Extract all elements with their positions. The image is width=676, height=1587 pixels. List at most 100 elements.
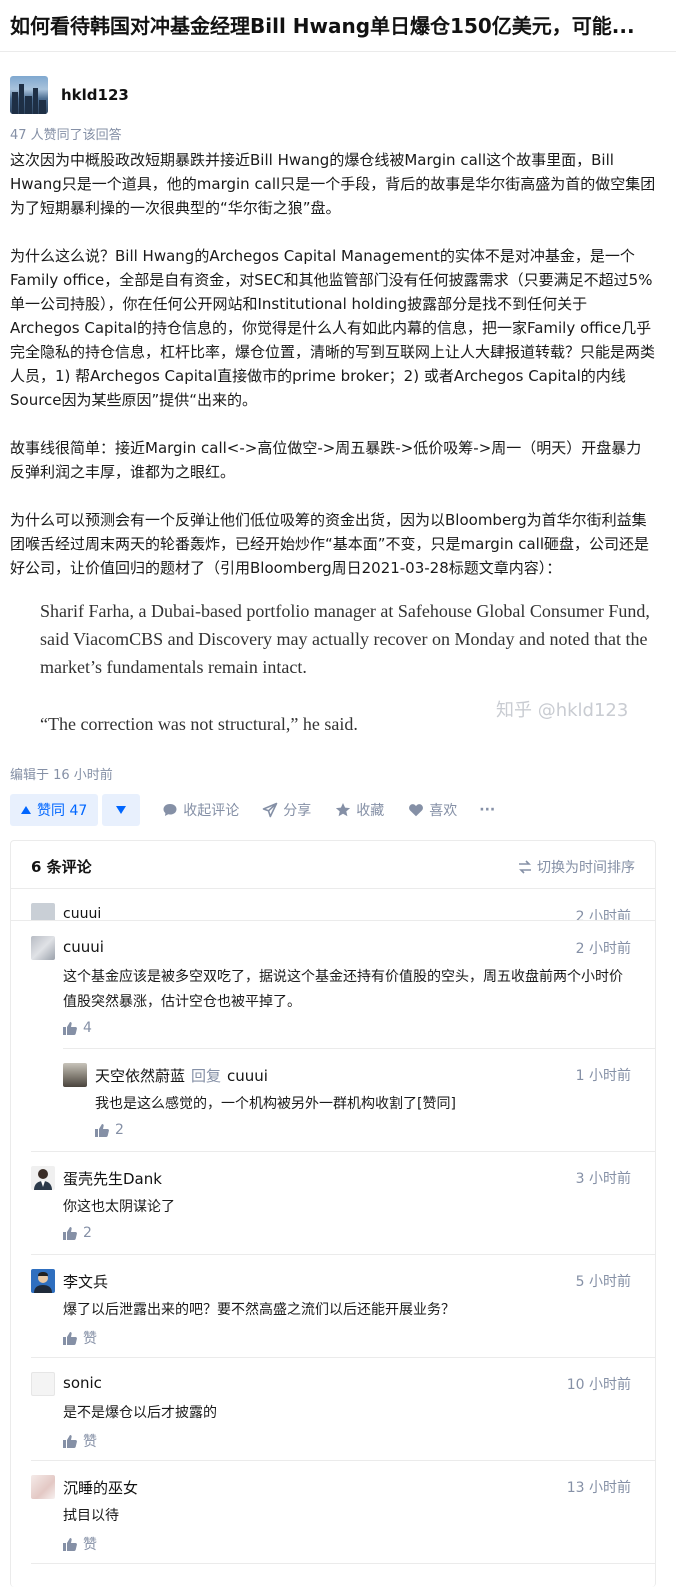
- answer-paragraph: 这次因为中概股政改短期暴跌并接近Bill Hwang的爆仓线被Margin ca…: [10, 151, 656, 217]
- avatar: [31, 903, 55, 920]
- avatar[interactable]: [31, 1372, 55, 1396]
- question-title[interactable]: 如何看待韩国对冲基金经理Bill Hwang单日爆仓150亿美元，可能...: [10, 12, 670, 40]
- answer-paragraph: 为什么这么说？Bill Hwang的Archegos Capital Manag…: [10, 247, 656, 409]
- comment-time: 2 小时前: [575, 909, 631, 921]
- thumb-up-icon: [63, 1331, 77, 1345]
- comment-text: 你这也太阴谋论了: [63, 1199, 175, 1215]
- comment-author[interactable]: 蛋壳先生Dank: [63, 1168, 162, 1189]
- comment-author: cuuui: [63, 906, 102, 921]
- comment-author[interactable]: 沉睡的巫女: [63, 1477, 138, 1498]
- comment-like-button[interactable]: 赞: [63, 1431, 97, 1451]
- comment-time: 2 小时前: [575, 941, 631, 957]
- thumb-up-icon: [63, 1021, 77, 1035]
- more-button[interactable]: ···: [479, 802, 495, 818]
- author-avatar[interactable]: [10, 76, 48, 114]
- answer-author: hkld123: [10, 76, 129, 114]
- comments-header: 6 条评论 切换为时间排序: [11, 841, 655, 889]
- author-name[interactable]: hkld123: [61, 86, 129, 104]
- vote-summary: 47 人赞同了该回答: [10, 128, 122, 143]
- comment-like-count: 2: [83, 1225, 92, 1241]
- like-button[interactable]: 喜欢: [408, 800, 457, 820]
- comment-time: 10 小时前: [566, 1377, 631, 1393]
- comment-like-count: 赞: [83, 1331, 97, 1347]
- answer-paragraph: 为什么可以预测会有一个反弹让他们低位吸筹的资金出货，因为以Bloomberg为首…: [10, 511, 649, 577]
- divider: [63, 1048, 655, 1049]
- switch-icon: [519, 860, 531, 874]
- collapse-comments-label: 收起评论: [183, 803, 240, 819]
- sticky-comment-peek: cuuui 2 小时前: [11, 903, 655, 921]
- share-button[interactable]: 分享: [262, 800, 311, 820]
- thumb-up-icon: [63, 1434, 77, 1448]
- star-icon: [336, 803, 351, 817]
- comment-like-count: 4: [83, 1020, 92, 1036]
- comment-item: 李文兵 5 小时前 爆了以后泄露出来的吧？要不然高盛之流们以后还能开展业务？ 赞: [11, 1269, 655, 1349]
- watermark: 知乎 @hkld123: [496, 700, 629, 721]
- reply-word: 回复: [191, 1067, 222, 1085]
- favorite-button[interactable]: 收藏: [335, 800, 384, 820]
- comment-text: 我也是这么感觉的，一个机构被另外一群机构收割了[赞同]: [95, 1096, 456, 1112]
- comment-like-button[interactable]: 2: [63, 1225, 92, 1241]
- avatar[interactable]: [31, 1166, 55, 1190]
- favorite-label: 收藏: [356, 803, 385, 819]
- comment-like-button[interactable]: 4: [63, 1020, 92, 1036]
- sort-label: 切换为时间排序: [537, 860, 635, 876]
- upvote-icon: [21, 806, 31, 814]
- like-label: 喜欢: [429, 803, 458, 819]
- question-header: 如何看待韩国对冲基金经理Bill Hwang单日爆仓150亿美元，可能...: [0, 0, 676, 52]
- comment-author[interactable]: 天空依然蔚蓝: [95, 1067, 185, 1085]
- comment-like-count: 赞: [83, 1537, 97, 1553]
- comment-text: 爆了以后泄露出来的吧？要不然高盛之流们以后还能开展业务？: [63, 1302, 455, 1318]
- share-label: 分享: [283, 803, 312, 819]
- comment-item: sonic 10 小时前 是不是爆仓以后才披露的 赞: [11, 1372, 655, 1452]
- sort-toggle-button[interactable]: 切换为时间排序: [518, 857, 635, 877]
- quote-paragraph: Sharif Farha, a Dubai-based portfolio ma…: [40, 601, 650, 677]
- comment-like-button[interactable]: 2: [95, 1122, 124, 1138]
- comment-author[interactable]: cuuui: [63, 938, 104, 956]
- comment-time: 5 小时前: [575, 1274, 631, 1290]
- comment-item: 蛋壳先生Dank 3 小时前 你这也太阴谋论了 2: [11, 1166, 655, 1246]
- reply-target[interactable]: cuuui: [227, 1067, 268, 1085]
- thumb-up-icon: [63, 1226, 77, 1240]
- divider: [31, 1151, 655, 1152]
- thumb-up-icon: [63, 1537, 77, 1551]
- comment-time: 1 小时前: [575, 1068, 631, 1084]
- reply-header: 天空依然蔚蓝 回复 cuuui: [95, 1065, 268, 1086]
- avatar[interactable]: [31, 936, 55, 960]
- divider: [31, 1563, 655, 1564]
- upvote-button[interactable]: 赞同 47: [10, 794, 99, 826]
- comment-count: 6 条评论: [31, 858, 92, 876]
- heart-icon: [409, 804, 424, 817]
- comment-author[interactable]: sonic: [63, 1374, 102, 1392]
- comment-time: 3 小时前: [575, 1171, 631, 1187]
- avatar[interactable]: [31, 1475, 55, 1499]
- answer-body: 这次因为中概股政改短期暴跌并接近Bill Hwang的爆仓线被Margin ca…: [10, 148, 656, 604]
- comments-panel: 6 条评论 切换为时间排序 cuuui 2 小时前 cuuui 2 小时前 这个…: [10, 840, 656, 1587]
- downvote-button[interactable]: [102, 794, 141, 826]
- upvote-label: 赞同 47: [37, 803, 88, 819]
- thumb-up-icon: [95, 1123, 109, 1137]
- divider: [31, 1460, 655, 1461]
- answer-paragraph: 故事线很简单：接近Margin call<->高位做空->周五暴跌->低价吸筹-…: [10, 439, 642, 481]
- comment-icon: [163, 804, 177, 816]
- divider: [31, 1357, 655, 1358]
- more-icon: ···: [479, 802, 496, 818]
- comment-like-button[interactable]: 赞: [63, 1328, 97, 1348]
- comment-like-count: 2: [115, 1122, 124, 1138]
- comment-text: 拭目以待: [63, 1508, 119, 1524]
- comment-author[interactable]: 李文兵: [63, 1271, 108, 1292]
- collapse-comments-button[interactable]: 收起评论: [162, 800, 239, 820]
- comment-item: 沉睡的巫女 13 小时前 拭目以待 赞: [11, 1475, 655, 1555]
- share-icon: [262, 802, 278, 818]
- comment-text: 这个基金应该是被多空双吃了，据说这个基金还持有价值股的空头，周五收盘前两个小时价…: [63, 969, 623, 1010]
- edited-time[interactable]: 编辑于 16 小时前: [10, 764, 113, 783]
- comment-like-count: 赞: [83, 1434, 97, 1450]
- avatar[interactable]: [31, 1269, 55, 1293]
- divider: [31, 1254, 655, 1255]
- comment-like-button[interactable]: 赞: [63, 1534, 97, 1554]
- comment-time: 13 小时前: [566, 1480, 631, 1496]
- comment-text: 是不是爆仓以后才披露的: [63, 1405, 217, 1421]
- avatar[interactable]: [63, 1063, 87, 1087]
- answer-actions: 赞同 47 收起评论 分享 收藏 喜欢 ···: [10, 794, 495, 826]
- comment-item: cuuui 2 小时前 这个基金应该是被多空双吃了，据说这个基金还持有价值股的空…: [11, 936, 655, 1036]
- downvote-icon: [116, 806, 127, 814]
